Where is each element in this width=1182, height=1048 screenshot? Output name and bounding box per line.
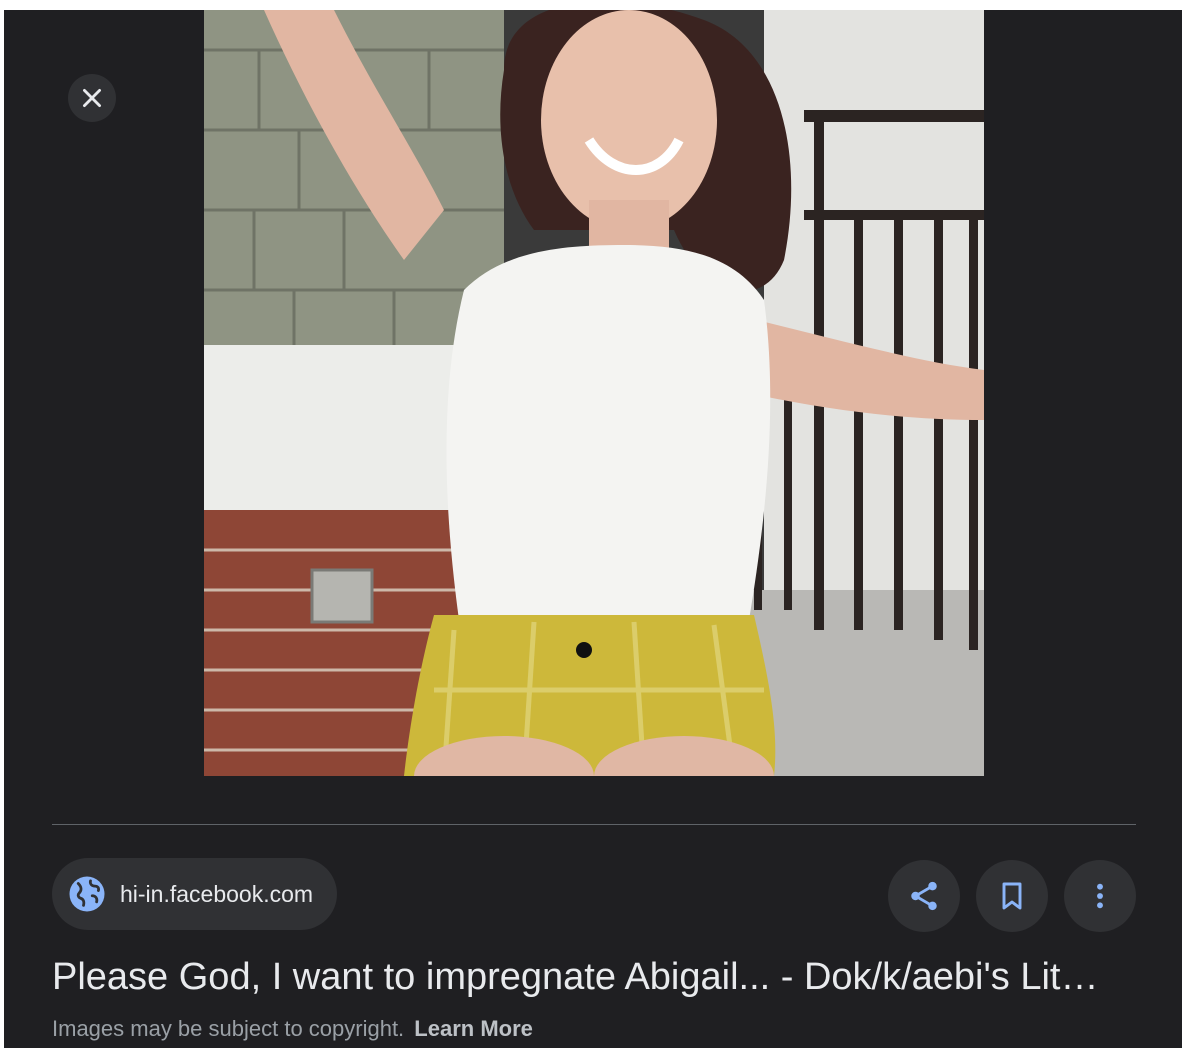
image-viewer-panel: hi-in.facebook.com Please God, I want to…: [4, 10, 1182, 1048]
source-chip[interactable]: hi-in.facebook.com: [52, 858, 338, 930]
learn-more-link[interactable]: Learn More: [414, 1016, 533, 1041]
save-button[interactable]: [976, 860, 1048, 932]
close-icon: [83, 89, 101, 107]
bookmark-icon: [1002, 882, 1022, 910]
copyright-notice: Images may be subject to copyright. Lear…: [52, 1016, 533, 1042]
share-button[interactable]: [888, 860, 960, 932]
preview-image[interactable]: [204, 10, 984, 776]
source-domain: hi-in.facebook.com: [120, 880, 314, 907]
share-icon: [911, 881, 937, 911]
more-options-button[interactable]: [1064, 860, 1136, 932]
divider: [52, 824, 1136, 825]
photo-illustration: [204, 10, 984, 776]
close-button[interactable]: [68, 74, 116, 122]
more-vert-icon: [1097, 883, 1103, 909]
globe-icon: [69, 876, 105, 912]
result-title-link[interactable]: Please God, I want to impregnate Abigail…: [52, 956, 1142, 999]
copyright-text: Images may be subject to copyright.: [52, 1016, 405, 1041]
